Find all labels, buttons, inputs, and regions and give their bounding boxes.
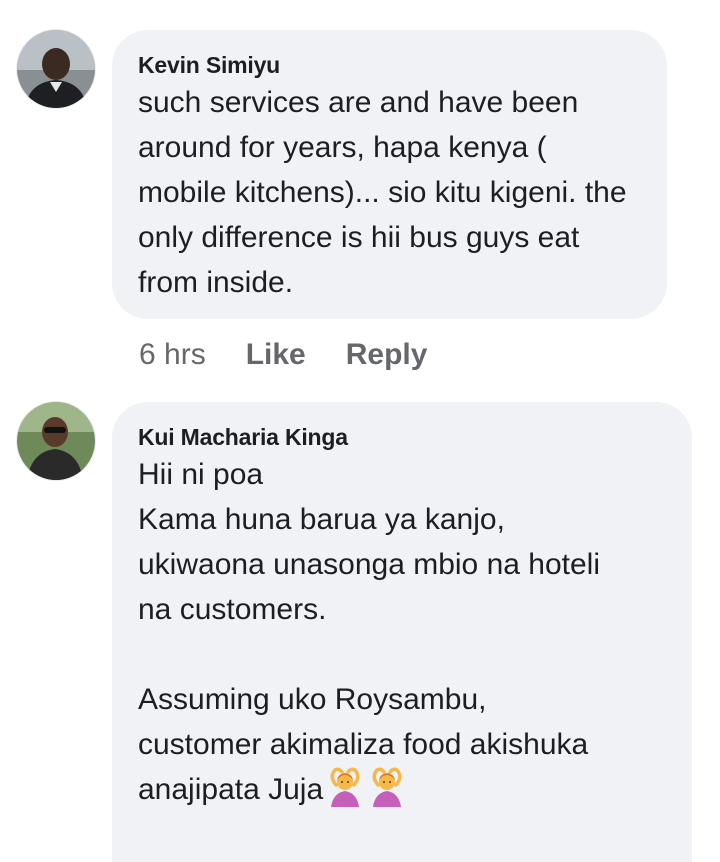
comment-author[interactable]: Kui Macharia Kinga bbox=[138, 422, 666, 452]
comment-line: Hii ni poa bbox=[138, 458, 264, 491]
comment-text: such services are and have been around f… bbox=[138, 86, 635, 299]
comment-line: Assuming uko Roysambu, bbox=[138, 683, 487, 716]
comment-line: na customers. bbox=[138, 593, 327, 626]
comment-author[interactable]: Kevin Simiyu bbox=[138, 50, 641, 80]
comment-actions: 6 hrs Like Reply bbox=[139, 338, 467, 372]
comment-timestamp[interactable]: 6 hrs bbox=[139, 338, 206, 372]
like-button[interactable]: Like bbox=[246, 338, 306, 372]
comment-text: Hii ni poa Kama huna barua ya kanjo, uki… bbox=[138, 452, 666, 812]
person-gesturing-ok-emoji bbox=[325, 767, 365, 807]
comment: Kevin Simiyu such services are and have … bbox=[0, 0, 720, 380]
person-gesturing-ok-emoji bbox=[367, 767, 407, 807]
comment-line: customer akimaliza food akishuka bbox=[138, 728, 589, 761]
comment: Kui Macharia Kinga Hii ni poa Kama huna … bbox=[0, 380, 720, 862]
reply-button[interactable]: Reply bbox=[346, 338, 428, 372]
comment-line: anajipata Juja bbox=[138, 773, 324, 806]
comment-bubble: Kui Macharia Kinga Hii ni poa Kama huna … bbox=[112, 402, 692, 862]
avatar[interactable] bbox=[17, 402, 95, 480]
comment-line: ukiwaona unasonga mbio na hoteli bbox=[138, 548, 600, 581]
comment-bubble: Kevin Simiyu such services are and have … bbox=[112, 30, 667, 319]
comment-line: Kama huna barua ya kanjo, bbox=[138, 503, 505, 536]
avatar[interactable] bbox=[17, 30, 95, 108]
